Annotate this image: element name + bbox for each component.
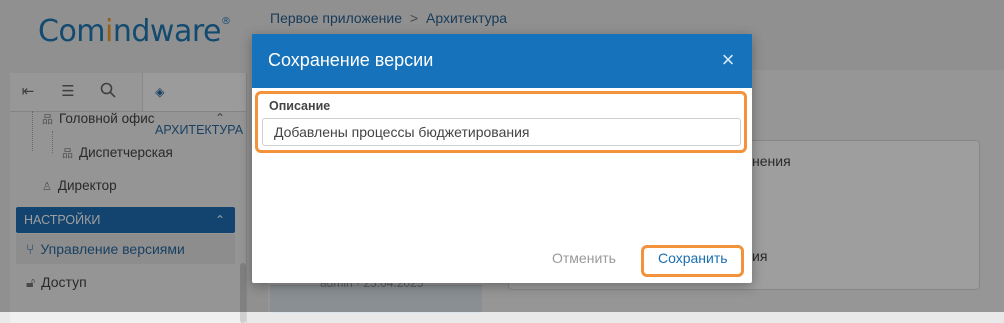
dialog-title: Сохранение версии <box>268 50 434 70</box>
save-button[interactable]: Сохранить <box>658 250 728 266</box>
save-version-dialog: Сохранение версии × Описание Добавлены п… <box>252 34 752 283</box>
cancel-button[interactable]: Отменить <box>552 250 616 266</box>
close-icon[interactable]: × <box>718 49 738 71</box>
description-label: Описание <box>269 99 331 113</box>
dialog-header: Сохранение версии × <box>252 34 752 88</box>
description-input[interactable]: Добавлены процессы бюджетирования <box>262 118 741 146</box>
